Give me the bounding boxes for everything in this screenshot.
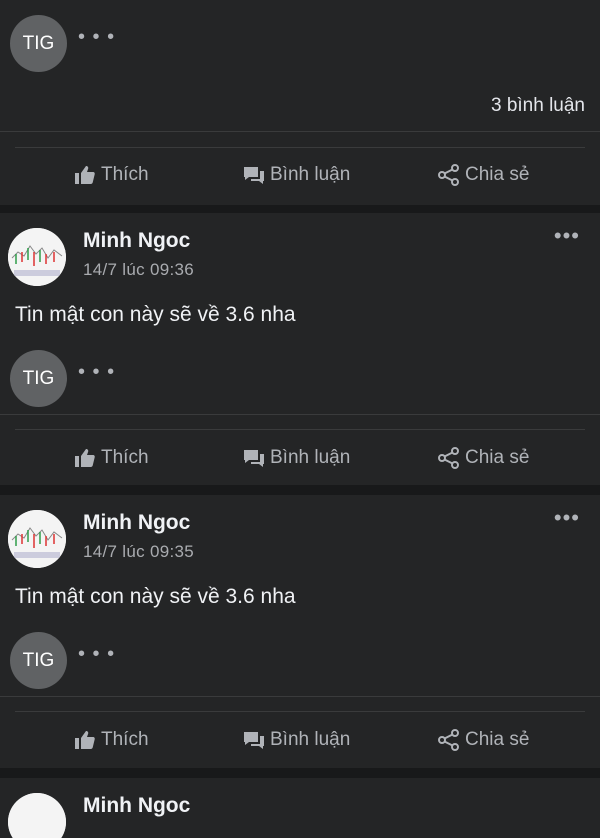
tig-avatar[interactable]: TIG — [10, 350, 67, 407]
share-button[interactable]: Chia sẻ — [438, 150, 529, 200]
ellipsis-icon[interactable]: • • • — [78, 27, 115, 47]
divider — [15, 147, 585, 148]
post-actions: Thích Bình luận Chia sẻ — [0, 150, 600, 200]
post-text: Tin mật con này sẽ về 3.6 nha — [15, 585, 296, 608]
share-label: Chia sẻ — [465, 447, 530, 468]
comment-bubble-icon — [243, 730, 265, 750]
more-options-icon[interactable]: ••• — [554, 507, 580, 529]
post-card-next: Minh Ngoc — [0, 778, 600, 838]
more-options-icon[interactable]: ••• — [554, 225, 580, 247]
share-button[interactable]: Chia sẻ — [438, 433, 529, 483]
share-icon — [438, 447, 460, 469]
post-actions: Thích Bình luận Chia sẻ — [0, 715, 600, 765]
like-label: Thích — [101, 729, 149, 750]
share-label: Chia sẻ — [465, 164, 530, 185]
author-name[interactable]: Minh Ngoc — [83, 794, 190, 818]
comment-button[interactable]: Bình luận — [243, 433, 350, 483]
reaction-row: TIG • • • — [0, 350, 600, 410]
thumbs-up-icon — [74, 448, 96, 468]
post-text: Tin mật con này sẽ về 3.6 nha — [15, 303, 296, 326]
comment-label: Bình luận — [270, 164, 351, 185]
post-actions: Thích Bình luận Chia sẻ — [0, 433, 600, 483]
reaction-row: TIG • • • — [0, 632, 600, 692]
author-avatar[interactable] — [8, 510, 66, 568]
divider — [15, 711, 585, 712]
like-button[interactable]: Thích — [74, 433, 149, 483]
comment-button[interactable]: Bình luận — [243, 150, 350, 200]
divider — [0, 414, 600, 415]
comment-count-link[interactable]: 3 bình luận — [491, 95, 585, 117]
post-card-previous: TIG • • • 3 bình luận Thích Bình luận Ch… — [0, 0, 600, 205]
comment-bubble-icon — [243, 165, 265, 185]
ellipsis-icon[interactable]: • • • — [78, 644, 115, 664]
divider — [0, 696, 600, 697]
post-timestamp[interactable]: 14/7 lúc 09:36 — [83, 260, 194, 280]
post-header: Minh Ngoc 14/7 lúc 09:35 ••• — [0, 495, 600, 575]
post-timestamp[interactable]: 14/7 lúc 09:35 — [83, 542, 194, 562]
post-header: Minh Ngoc 14/7 lúc 09:36 ••• — [0, 213, 600, 293]
comment-button[interactable]: Bình luận — [243, 715, 350, 765]
like-button[interactable]: Thích — [74, 715, 149, 765]
comment-bubble-icon — [243, 448, 265, 468]
tig-avatar[interactable]: TIG — [10, 15, 67, 72]
like-label: Thích — [101, 164, 149, 185]
share-icon — [438, 164, 460, 186]
like-label: Thích — [101, 447, 149, 468]
share-label: Chia sẻ — [465, 729, 530, 750]
reaction-row: TIG • • • — [0, 15, 600, 75]
share-icon — [438, 729, 460, 751]
comment-label: Bình luận — [270, 729, 351, 750]
author-name[interactable]: Minh Ngoc — [83, 229, 190, 253]
post-card: Minh Ngoc 14/7 lúc 09:35 ••• Tin mật con… — [0, 495, 600, 768]
author-name[interactable]: Minh Ngoc — [83, 511, 190, 535]
author-avatar[interactable] — [8, 228, 66, 286]
tig-avatar[interactable]: TIG — [10, 632, 67, 689]
share-button[interactable]: Chia sẻ — [438, 715, 529, 765]
divider — [15, 429, 585, 430]
ellipsis-icon[interactable]: • • • — [78, 362, 115, 382]
comment-label: Bình luận — [270, 447, 351, 468]
like-button[interactable]: Thích — [74, 150, 149, 200]
post-card: Minh Ngoc 14/7 lúc 09:36 ••• Tin mật con… — [0, 213, 600, 485]
thumbs-up-icon — [74, 730, 96, 750]
divider — [0, 131, 600, 132]
thumbs-up-icon — [74, 165, 96, 185]
